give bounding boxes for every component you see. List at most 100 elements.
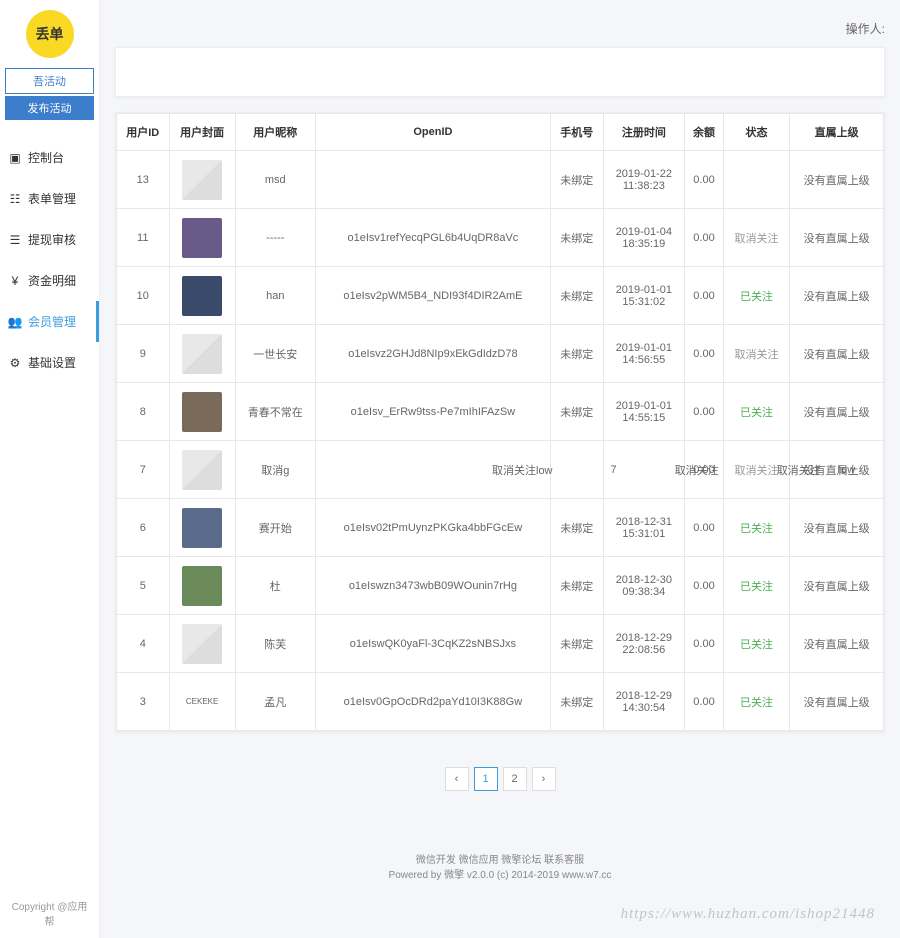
form-icon: ☷ — [8, 192, 22, 206]
cell — [603, 441, 685, 499]
page-2[interactable]: 2 — [503, 767, 527, 791]
sidebar-item-label: 表单管理 — [28, 190, 76, 207]
cell — [723, 151, 789, 209]
avatar — [182, 508, 222, 548]
cell: 未绑定 — [551, 383, 604, 441]
cell: 没有直属上级 — [790, 209, 884, 267]
table-row: 3CEKEKE孟凡o1eIsv0GpOcDRd2paYd10I3K88Gw未绑定… — [117, 673, 884, 731]
cell: 8 — [117, 383, 170, 441]
avatar — [182, 392, 222, 432]
column-header: 用户昵称 — [235, 114, 315, 151]
cell: o1eIsv_ErRw9tss-Pe7mIhIFAzSw — [315, 383, 550, 441]
footer-links[interactable]: 微信开发 微信应用 微擎论坛 联系客服 — [115, 851, 885, 866]
cell: ----- — [235, 209, 315, 267]
avatar — [182, 218, 222, 258]
cell: 3 — [117, 673, 170, 731]
cell: 青春不常在 — [235, 383, 315, 441]
cell: 未绑定 — [551, 557, 604, 615]
cell — [169, 499, 235, 557]
cell: 未绑定 — [551, 325, 604, 383]
sidebar-item-label: 基础设置 — [28, 354, 76, 371]
cell: 11 — [117, 209, 170, 267]
sidebar-item-2[interactable]: ☰提现审核 — [0, 219, 99, 260]
cell: 2018-12-31 15:31:01 — [603, 499, 685, 557]
table-card: 用户ID用户封面用户昵称OpenID手机号注册时间余额状态直属上级 13msd未… — [115, 112, 885, 732]
fund-icon: ¥ — [8, 274, 22, 288]
avatar — [182, 624, 222, 664]
cell: 未绑定 — [551, 151, 604, 209]
cell: o1eIsv0GpOcDRd2paYd10I3K88Gw — [315, 673, 550, 731]
sidebar-item-label: 会员管理 — [28, 313, 76, 330]
cell: o1eIswQK0yaFl-3CqKZ2sNBSJxs — [315, 615, 550, 673]
page-1[interactable]: 1 — [474, 767, 498, 791]
member-table: 用户ID用户封面用户昵称OpenID手机号注册时间余额状态直属上级 13msd未… — [116, 113, 884, 731]
cell: 没有直属上级 — [790, 441, 884, 499]
cell — [169, 325, 235, 383]
table-row: 6 赛开始o1eIsv02tPmUynzPKGka4bbFGcEw未绑定2018-… — [117, 499, 884, 557]
cell: 2018-12-29 22:08:56 — [603, 615, 685, 673]
table-row: 4陈芙o1eIswQK0yaFl-3CqKZ2sNBSJxs未绑定2018-12… — [117, 615, 884, 673]
cell — [169, 267, 235, 325]
cell: 2018-12-29 14:30:54 — [603, 673, 685, 731]
cell: 没有直属上级 — [790, 151, 884, 209]
cell: 没有直属上级 — [790, 615, 884, 673]
cell: 2019-01-01 14:56:55 — [603, 325, 685, 383]
pagination: ‹12› — [115, 747, 885, 811]
sidebar-item-4[interactable]: 👥会员管理 — [0, 301, 99, 342]
cell: 一世长安 — [235, 325, 315, 383]
cell: o1eIsv2pWM5B4_NDI93f4DIR2AmE — [315, 267, 550, 325]
watermark: https://www.huzhan.com/ishop21448 — [115, 901, 885, 928]
cell: 6 — [117, 499, 170, 557]
cell: 没有直属上级 — [790, 383, 884, 441]
column-header: 用户封面 — [169, 114, 235, 151]
cell: 0.00 — [685, 557, 724, 615]
cell: 没有直属上级 — [790, 325, 884, 383]
cell — [169, 557, 235, 615]
column-header: 手机号 — [551, 114, 604, 151]
column-header: OpenID — [315, 114, 550, 151]
table-row: 8 青春不常在o1eIsv_ErRw9tss-Pe7mIhIFAzSw未绑定201… — [117, 383, 884, 441]
column-header: 注册时间 — [603, 114, 685, 151]
cell: 未绑定 — [551, 615, 604, 673]
page-next[interactable]: › — [532, 767, 556, 791]
table-row: 7取消g0.00取消关注没有直属上级 — [117, 441, 884, 499]
sidebar-item-5[interactable]: ⚙基础设置 — [0, 342, 99, 383]
table-row: 5杜o1eIswzn3473wbB09WOunin7rHg未绑定2018-12-… — [117, 557, 884, 615]
cell: 0.00 — [685, 615, 724, 673]
avatar — [182, 450, 222, 490]
sidebar-item-1[interactable]: ☷ 表单管理 — [0, 178, 99, 219]
main: 操作人: 用户ID用户封面用户昵称OpenID手机号注册时间余额状态直属上级 1… — [100, 0, 900, 938]
cell: 0.00 — [685, 209, 724, 267]
cell: o1eIswzn3473wbB09WOunin7rHg — [315, 557, 550, 615]
cell — [169, 441, 235, 499]
dashboard-icon: ▣ — [8, 151, 22, 165]
avatar — [182, 160, 222, 200]
column-header: 余额 — [685, 114, 724, 151]
cell: o1eIsv02tPmUynzPKGka4bbFGcEw — [315, 499, 550, 557]
cell: 0.00 — [685, 441, 724, 499]
avatar — [182, 334, 222, 374]
nav-btn-activity[interactable]: 吾活动 — [5, 68, 94, 94]
cell: 2019-01-01 14:55:15 — [603, 383, 685, 441]
sidebar-menu: ▣控制台 ☷ 表单管理 ☰提现审核 ¥ 资金明细 👥会员管理⚙基础设置 — [0, 127, 99, 888]
cell: 未绑定 — [551, 209, 604, 267]
cell: 未绑定 — [551, 499, 604, 557]
cell: 0.00 — [685, 499, 724, 557]
sidebar-item-0[interactable]: ▣控制台 — [0, 137, 99, 178]
footer: 微信开发 微信应用 微擎论坛 联系客服 Powered by 微擎 v2.0.0… — [115, 811, 885, 901]
cell: CEKEKE — [169, 673, 235, 731]
sidebar-item-3[interactable]: ¥ 资金明细 — [0, 260, 99, 301]
column-header: 直属上级 — [790, 114, 884, 151]
cell: 2018-12-30 09:38:34 — [603, 557, 685, 615]
footer-poweredby: Powered by 微擎 v2.0.0 (c) 2014-2019 www.w… — [115, 866, 885, 881]
table-row: 10hano1eIsv2pWM5B4_NDI93f4DIR2AmE未绑定2019… — [117, 267, 884, 325]
nav-btn-publish[interactable]: 发布活动 — [5, 96, 94, 120]
cell: 赛开始 — [235, 499, 315, 557]
page-prev[interactable]: ‹ — [445, 767, 469, 791]
cell: han — [235, 267, 315, 325]
sidebar-item-label: 资金明细 — [28, 272, 76, 289]
logo: 丢单 — [26, 10, 74, 58]
cell: 已关注 — [723, 615, 789, 673]
cell — [169, 615, 235, 673]
cell: 已关注 — [723, 557, 789, 615]
